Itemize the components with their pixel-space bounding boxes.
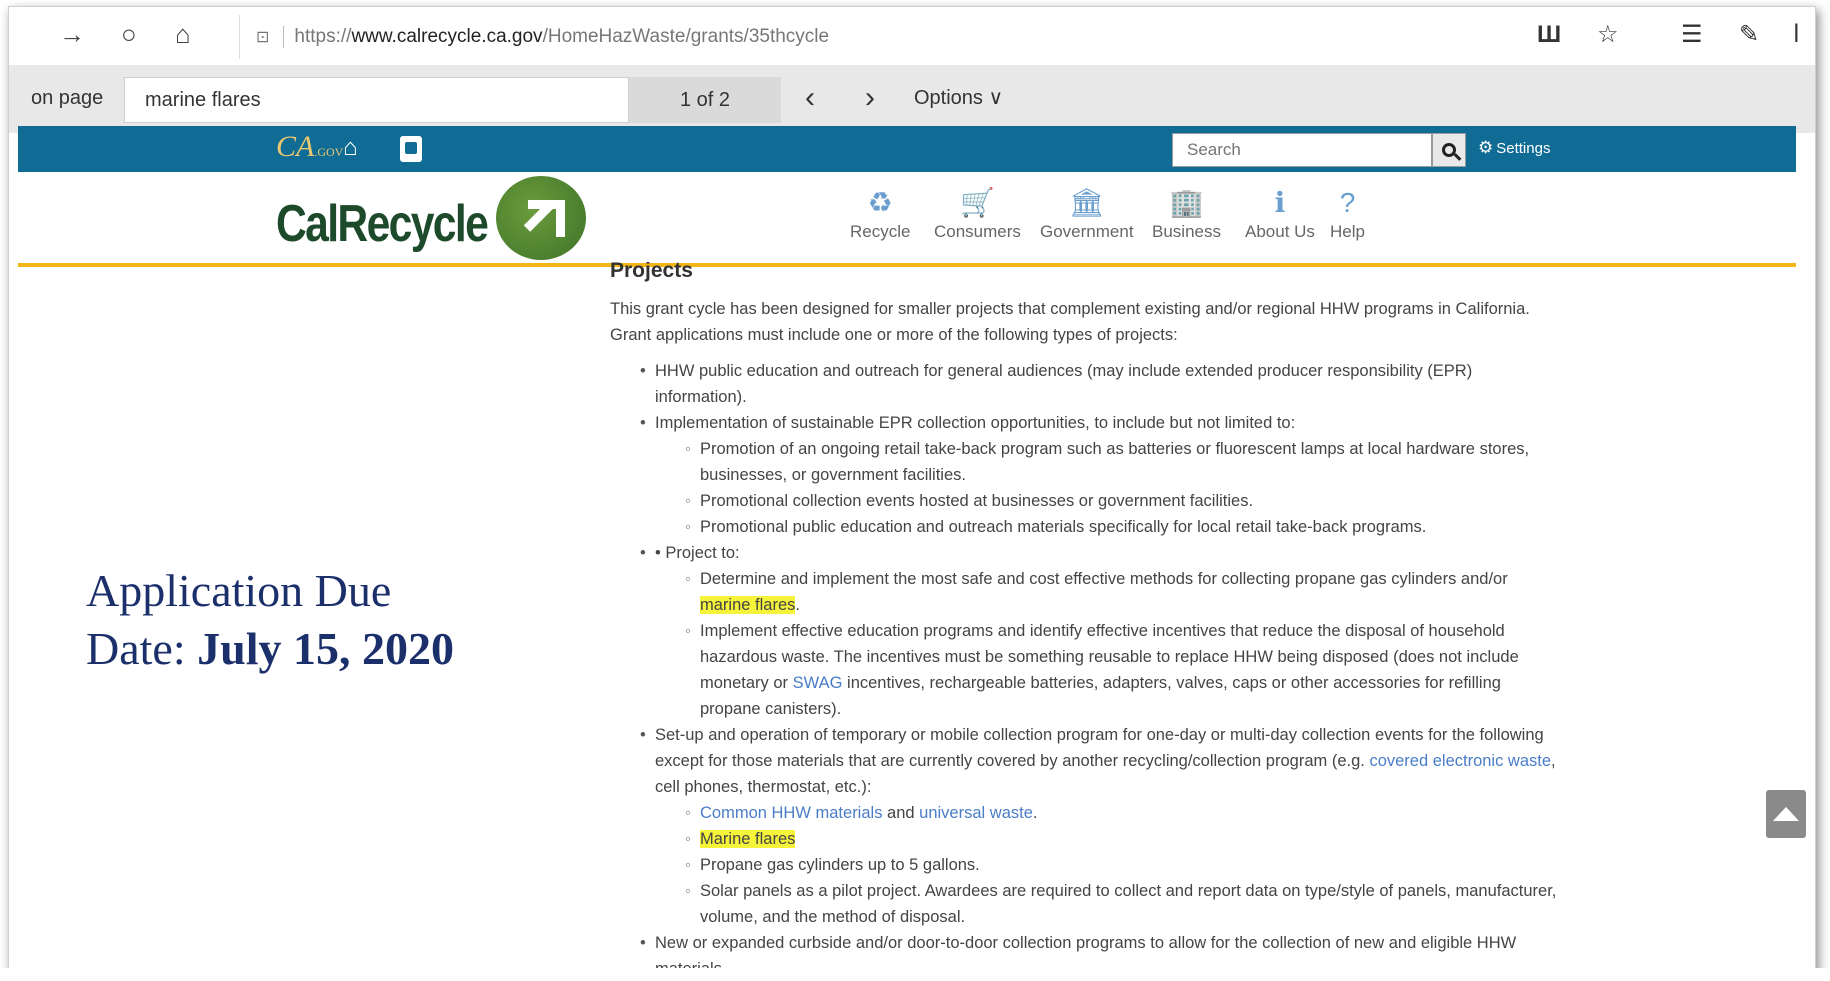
share-icon[interactable]: ⅼ — [1793, 21, 1800, 49]
sub-list-item: Implement effective education programs a… — [655, 618, 1560, 722]
nav-label: Help — [1330, 222, 1365, 241]
nav-label: Consumers — [934, 222, 1021, 241]
favorite-star-icon[interactable]: ☆ — [1597, 21, 1619, 49]
find-input[interactable] — [124, 77, 629, 123]
sub-list-item: Marine flares — [655, 826, 1560, 852]
application-due-date: Application Due Date: July 15, 2020 — [86, 565, 454, 674]
intro-paragraph: This grant cycle has been designed for s… — [610, 300, 1530, 344]
sub-list-item: Promotion of an ongoing retail take-back… — [655, 436, 1560, 488]
nav-label: Business — [1152, 222, 1221, 241]
sub-list-item: Promotional collection events hosted at … — [655, 488, 1560, 514]
url-field[interactable]: ⊡ https://www.calrecycle.ca.gov/HomeHazW… — [239, 15, 1494, 59]
common-hhw-link[interactable]: Common HHW materials — [700, 804, 882, 822]
site-search-button[interactable] — [1432, 133, 1466, 167]
cart-icon: 🛒 — [960, 187, 995, 218]
address-bar-row: → ○ ⌂ ⊡ https://www.calrecycle.ca.gov/Ho… — [9, 7, 1815, 63]
ca-document-icon[interactable] — [400, 136, 422, 162]
nav-label: Government — [1040, 222, 1134, 241]
sub-list-item: Solar panels as a pilot project. Awardee… — [655, 878, 1560, 930]
refresh-icon[interactable]: ○ — [121, 19, 137, 49]
notes-icon[interactable]: ✎ — [1739, 21, 1759, 49]
find-result-count: 1 of 2 — [629, 77, 781, 123]
find-label: on page — [31, 87, 104, 109]
reading-view-icon[interactable]: Ш — [1537, 21, 1561, 49]
nav-about-us[interactable]: ℹ About Us — [1245, 186, 1315, 242]
nav-business[interactable]: 🏢 Business — [1152, 186, 1221, 242]
forward-icon[interactable]: → — [59, 19, 85, 49]
find-highlight: Marine flares — [700, 830, 796, 848]
nav-label: Recycle — [850, 222, 911, 241]
nav-help[interactable]: ? Help — [1330, 186, 1365, 242]
bottom-edge — [0, 968, 1830, 981]
list-item: • Project to: Determine and implement th… — [610, 540, 1560, 722]
find-previous-button[interactable]: ‹ — [805, 79, 815, 117]
url-text: https://www.calrecycle.ca.gov/HomeHazWas… — [294, 26, 830, 47]
find-on-page-bar: on page 1 of 2 ‹ › Options ∨ — [9, 65, 1815, 133]
sub-list-item: Determine and implement the most safe an… — [655, 566, 1560, 618]
calrecycle-arrow-logo[interactable] — [496, 176, 586, 260]
scroll-to-top-button[interactable] — [1766, 790, 1806, 838]
gear-icon: ⚙ — [1478, 138, 1494, 157]
section-title: Projects — [610, 262, 693, 282]
project-list: HHW public education and outreach for ge… — [610, 358, 1560, 981]
swag-link[interactable]: SWAG — [793, 674, 843, 692]
nav-consumers[interactable]: 🛒 Consumers — [934, 186, 1021, 242]
universal-waste-link[interactable]: universal waste — [919, 804, 1033, 822]
tab-page-icon: ⊡ — [256, 29, 270, 46]
main-content: Projects This grant cycle has been desig… — [610, 262, 1560, 981]
ca-home-icon[interactable]: ⌂ — [343, 134, 358, 162]
site-header: CalRecycle ♻ Recycle 🛒 Consumers 🏛 Gover… — [18, 172, 1796, 264]
help-icon: ? — [1339, 187, 1356, 218]
list-item: HHW public education and outreach for ge… — [610, 358, 1560, 410]
sub-list-item: Common HHW materials and universal waste… — [655, 800, 1560, 826]
info-icon: ℹ — [1274, 187, 1286, 218]
recycle-icon: ♻ — [867, 187, 893, 218]
building-icon: 🏢 — [1169, 187, 1204, 218]
list-item: Set-up and operation of temporary or mob… — [610, 722, 1560, 930]
ca-gov-bar: CA.GOV ⌂ ⚙Settings — [18, 126, 1796, 172]
find-highlight: marine flares — [700, 596, 796, 614]
home-icon[interactable]: ⌂ — [175, 19, 191, 49]
find-next-button[interactable]: › — [865, 79, 875, 117]
sub-list-item: Propane gas cylinders up to 5 gallons. — [655, 852, 1560, 878]
calrecycle-wordmark[interactable]: CalRecycle — [276, 194, 489, 254]
nav-recycle[interactable]: ♻ Recycle — [850, 186, 910, 242]
settings-link[interactable]: ⚙ Settings — [1478, 138, 1550, 158]
covered-ewaste-link[interactable]: covered electronic waste — [1369, 752, 1551, 770]
list-item: Implementation of sustainable EPR collec… — [610, 410, 1560, 540]
url-separator — [283, 26, 285, 48]
find-options-button[interactable]: Options ∨ — [914, 85, 1003, 110]
favorites-list-icon[interactable]: ☰ — [1681, 21, 1703, 49]
nav-label: About Us — [1245, 222, 1315, 241]
capitol-icon: 🏛 — [1069, 187, 1105, 218]
sub-list-item: Promotional public education and outreac… — [655, 514, 1560, 540]
site-search-input[interactable] — [1172, 133, 1432, 167]
search-icon — [1442, 143, 1456, 157]
ca-gov-logo[interactable]: CA.GOV — [276, 130, 343, 164]
nav-government[interactable]: 🏛 Government — [1040, 186, 1134, 242]
